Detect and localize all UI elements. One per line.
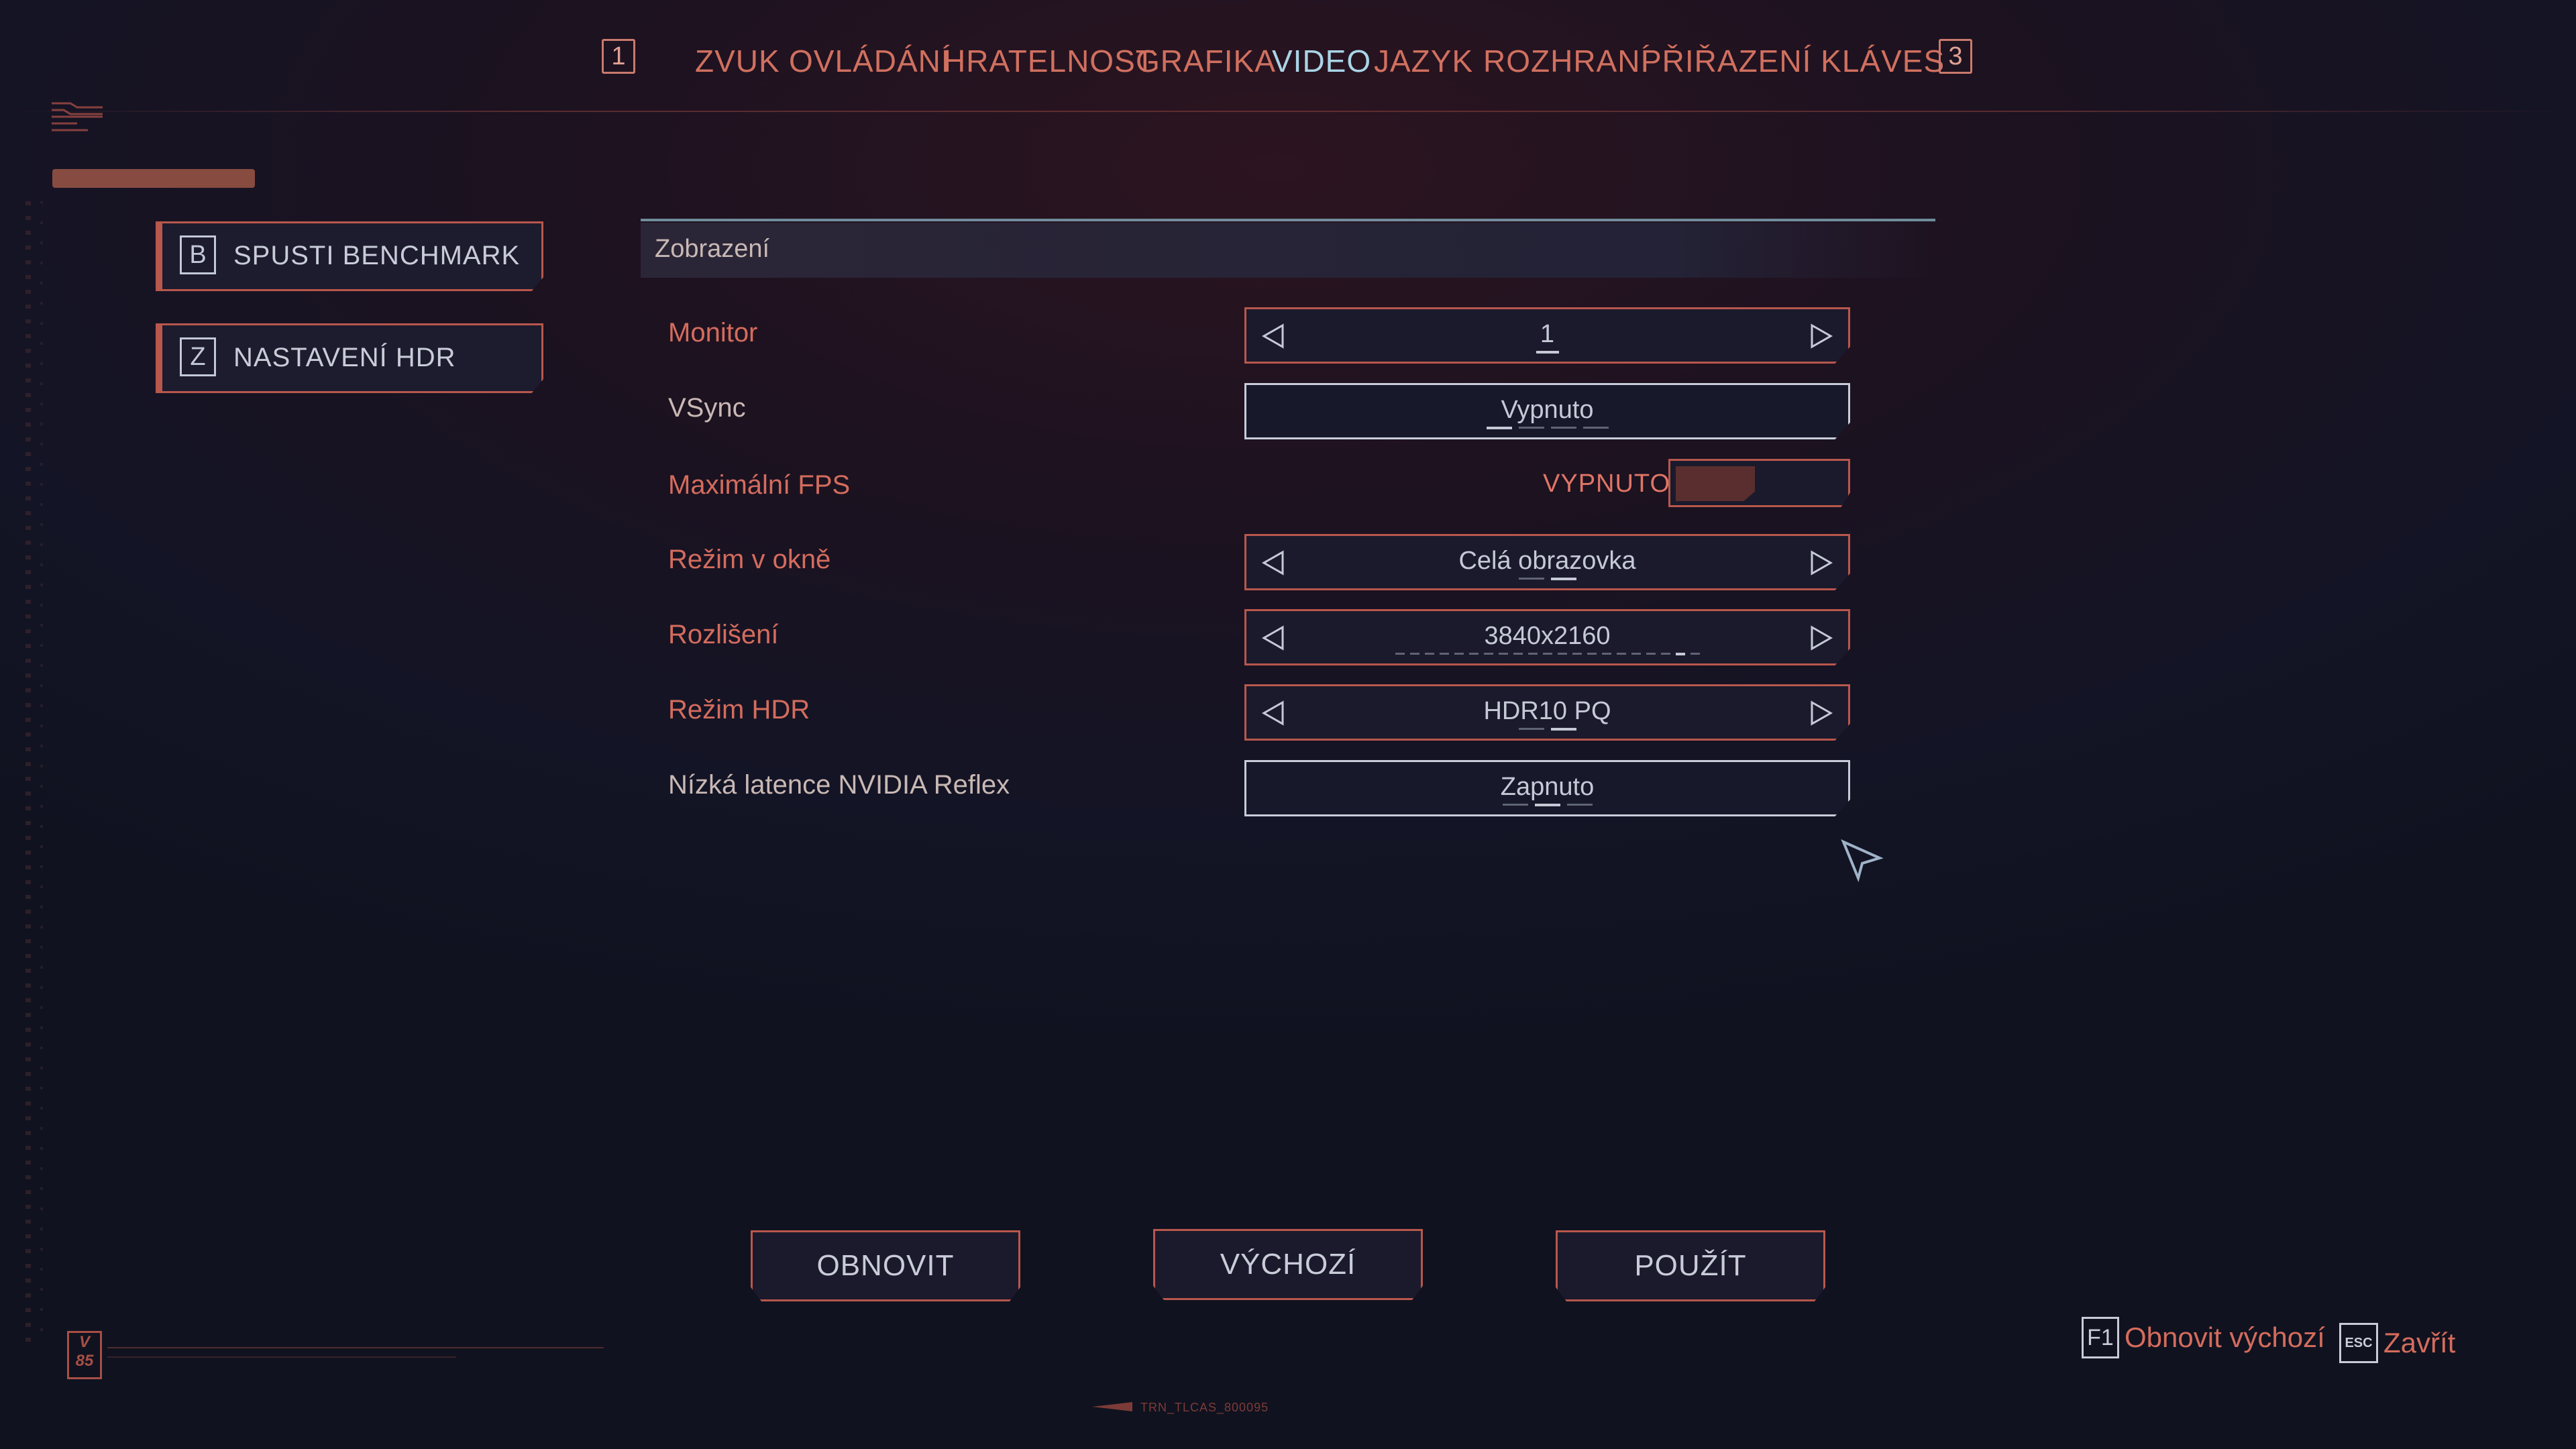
section-title: Zobrazení bbox=[655, 235, 770, 263]
monitor-selector[interactable]: 1 bbox=[1244, 307, 1850, 364]
footer-arrow-icon bbox=[1092, 1402, 1132, 1411]
prev-tab-key-hint[interactable]: 1 bbox=[602, 39, 635, 74]
left-edge-decoration bbox=[25, 201, 31, 1342]
bottom-left-line bbox=[107, 1347, 604, 1348]
settings-tab-bar: 1 ZVUK OVLÁDÁNÍ HRATELNOST GRAFIKA VIDEO… bbox=[0, 34, 2576, 94]
setting-label-resolution: Rozlišení bbox=[668, 620, 779, 649]
resolution-selector[interactable]: 3840x2160 bbox=[1244, 609, 1850, 665]
monitor-option-indicator bbox=[1246, 351, 1848, 354]
resolution-value: 3840x2160 bbox=[1484, 622, 1611, 650]
corner-logo-icon bbox=[52, 102, 103, 131]
setting-label-nvidia-reflex: Nízká latence NVIDIA Reflex bbox=[668, 770, 1010, 800]
section-top-line bbox=[641, 219, 1935, 221]
f1-key-hint[interactable]: F1 bbox=[2082, 1317, 2119, 1358]
close-hint[interactable]: Zavřít bbox=[2383, 1327, 2455, 1359]
max-fps-switch-knob bbox=[1676, 466, 1755, 501]
tab-zvuk[interactable]: ZVUK bbox=[695, 43, 780, 79]
arrow-right-icon[interactable] bbox=[1808, 625, 1835, 651]
arrow-right-icon[interactable] bbox=[1808, 323, 1835, 350]
esc-key-hint[interactable]: ESC bbox=[2339, 1323, 2378, 1363]
max-fps-switch[interactable] bbox=[1668, 459, 1850, 507]
setting-label-max-fps: Maximální FPS bbox=[668, 470, 851, 500]
window-mode-value: Celá obrazovka bbox=[1458, 547, 1636, 575]
window-mode-selector[interactable]: Celá obrazovka bbox=[1244, 534, 1850, 590]
hdr-key-hint: Z bbox=[180, 337, 216, 376]
setting-label-vsync: VSync bbox=[668, 393, 746, 423]
footer-code: TRN_TLCAS_800095 bbox=[1140, 1401, 1269, 1414]
max-fps-state: VYPNUTO bbox=[1543, 470, 1671, 498]
top-divider bbox=[0, 111, 2576, 112]
restore-defaults-hint[interactable]: Obnovit výchozí bbox=[2125, 1322, 2325, 1354]
tab-video[interactable]: VIDEO bbox=[1272, 43, 1371, 79]
bottom-left-line-secondary bbox=[107, 1356, 456, 1358]
vsync-value: Vypnuto bbox=[1501, 396, 1594, 424]
tab-rozhrani[interactable]: ROZHRANÍ bbox=[1483, 43, 1650, 79]
mouse-cursor-icon bbox=[1841, 839, 1884, 882]
resolution-option-indicator bbox=[1246, 653, 1848, 655]
arrow-right-icon[interactable] bbox=[1808, 549, 1835, 576]
tab-grafika[interactable]: GRAFIKA bbox=[1136, 43, 1276, 79]
tab-prirazeni-klaves[interactable]: PŘIŘAZENÍ KLÁVES bbox=[1641, 43, 1945, 79]
vsync-option-indicator bbox=[1246, 427, 1848, 429]
hdr-mode-option-indicator bbox=[1246, 728, 1848, 731]
benchmark-key-hint: B bbox=[180, 235, 216, 274]
hdr-settings-label: NASTAVENÍ HDR bbox=[233, 343, 456, 372]
hdr-mode-value: HDR10 PQ bbox=[1483, 697, 1611, 725]
next-tab-key-hint[interactable]: 3 bbox=[1939, 39, 1972, 74]
run-benchmark-label: SPUSTI BENCHMARK bbox=[233, 241, 521, 270]
tab-hratelnost[interactable]: HRATELNOST bbox=[943, 43, 1155, 79]
version-badge: V 85 bbox=[67, 1331, 102, 1379]
setting-label-hdr-mode: Režim HDR bbox=[668, 695, 810, 724]
nvidia-reflex-option-indicator bbox=[1246, 804, 1848, 806]
left-edge-decoration-secondary bbox=[40, 201, 43, 1342]
apply-button[interactable]: POUŽÍT bbox=[1556, 1230, 1825, 1301]
vsync-toggle[interactable]: Vypnuto bbox=[1244, 383, 1850, 439]
nvidia-reflex-toggle[interactable]: Zapnuto bbox=[1244, 760, 1850, 816]
hdr-settings-button[interactable]: Z NASTAVENÍ HDR bbox=[156, 323, 543, 393]
monitor-value: 1 bbox=[1540, 320, 1555, 348]
section-header bbox=[641, 223, 1935, 278]
arrow-right-icon[interactable] bbox=[1808, 700, 1835, 727]
tab-jazyk[interactable]: JAZYK bbox=[1374, 43, 1473, 79]
hdr-mode-selector[interactable]: HDR10 PQ bbox=[1244, 684, 1850, 741]
tab-ovladani[interactable]: OVLÁDÁNÍ bbox=[789, 43, 951, 79]
run-benchmark-button[interactable]: B SPUSTI BENCHMARK bbox=[156, 221, 543, 291]
setting-label-window-mode: Režim v okně bbox=[668, 545, 831, 574]
window-mode-option-indicator bbox=[1246, 578, 1848, 580]
refresh-button[interactable]: OBNOVIT bbox=[751, 1230, 1020, 1301]
nvidia-reflex-value: Zapnuto bbox=[1500, 773, 1595, 801]
default-button[interactable]: VÝCHOZÍ bbox=[1153, 1229, 1423, 1300]
top-left-status-bar bbox=[52, 169, 255, 188]
setting-label-monitor: Monitor bbox=[668, 318, 758, 347]
